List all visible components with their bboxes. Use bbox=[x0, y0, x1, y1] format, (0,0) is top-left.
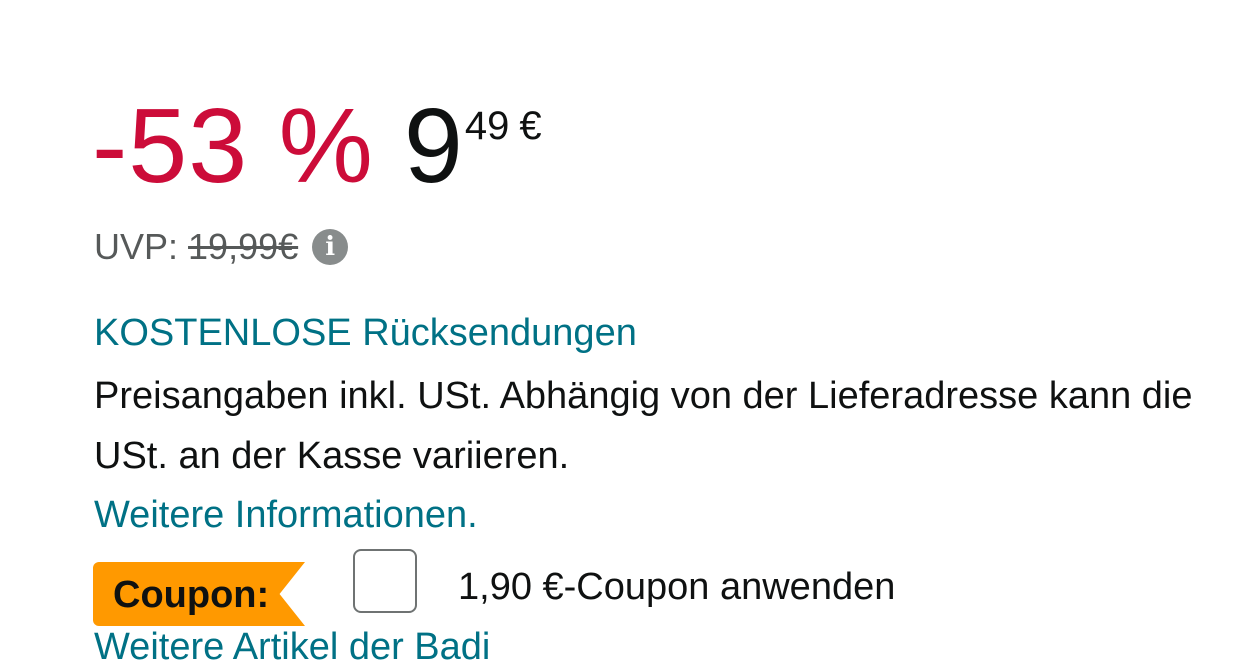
more-items-link[interactable]: Weitere Artikel der Badi bbox=[94, 622, 490, 672]
uvp-row: UVP: 19,99€ i bbox=[94, 226, 349, 268]
uvp-label: UVP: bbox=[94, 226, 179, 267]
info-icon[interactable]: i bbox=[312, 229, 349, 265]
coupon-checkbox[interactable] bbox=[353, 549, 417, 613]
more-info-link[interactable]: Weitere Informationen. bbox=[94, 490, 478, 540]
price-whole: 9 bbox=[403, 87, 463, 205]
coupon-badge: Coupon: bbox=[93, 562, 305, 626]
tax-info-text: Preisangaben inkl. USt. Abhängig von der… bbox=[94, 375, 1193, 477]
coupon-badge-label: Coupon: bbox=[113, 574, 270, 616]
price-block: -53 % 9 49 € bbox=[92, 86, 542, 206]
free-returns-link[interactable]: KOSTENLOSE Rücksendungen bbox=[94, 308, 637, 358]
price-fraction: 49 bbox=[464, 104, 510, 148]
price-currency: € bbox=[519, 104, 542, 148]
coupon-apply-text[interactable]: 1,90 €-Coupon anwenden bbox=[458, 562, 895, 612]
uvp-value: 19,99€ bbox=[188, 226, 299, 267]
discount-percentage: -53 % bbox=[92, 87, 374, 205]
